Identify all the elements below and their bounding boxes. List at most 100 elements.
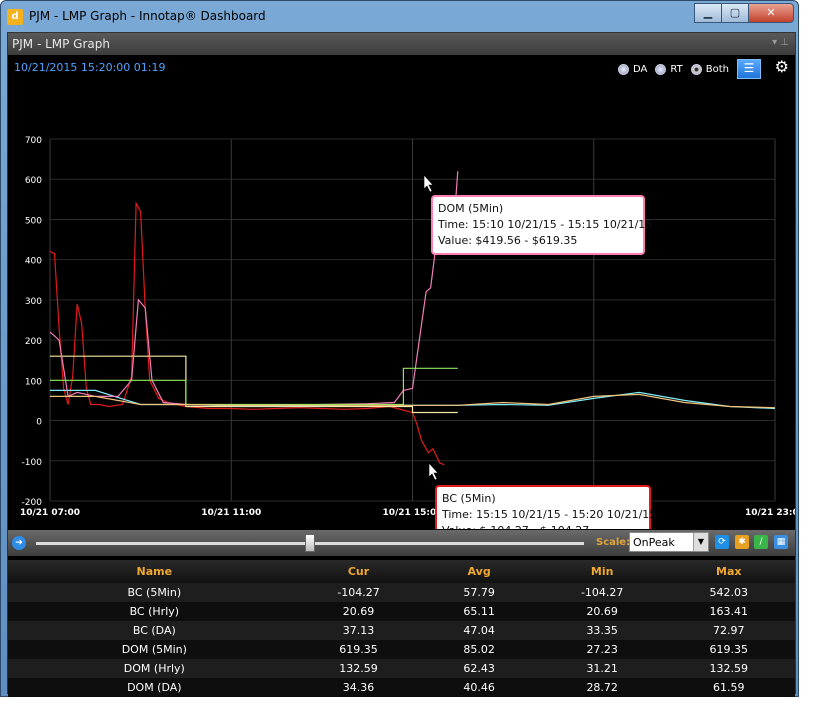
cell: 28.72 [541,678,663,697]
table-row[interactable]: DOM (Hrly) 132.59 62.43 31.21 132.59 [8,659,795,678]
settings-icon[interactable]: ✱ [735,535,749,549]
cell: 20.69 [300,602,417,621]
radio-rt-icon[interactable] [655,63,667,75]
tooltip-line: Time: 15:10 10/21/15 - 15:15 10/21/15 [437,218,652,231]
cell: 61.59 [662,678,795,697]
header-avg[interactable]: Avg [416,560,542,583]
header-name[interactable]: Name [8,560,301,583]
stats-table: Name Cur Avg Min Max BC (5Min) -104.27 57.… [8,560,795,697]
app-window: d PJM - LMP Graph - Innotap® Dashboard ▁… [0,0,799,697]
minimize-button[interactable]: ▁ [694,3,722,23]
cell: 72.97 [662,621,795,640]
cell: 62.43 [416,659,542,678]
cell: 40.46 [416,678,542,697]
scale-select[interactable]: OnPeak ▼ [629,532,709,552]
cell: 34.36 [300,678,417,697]
y-tick-label: 500 [25,216,42,226]
series-line [49,171,459,406]
y-tick-label: 300 [25,297,42,307]
table-row[interactable]: BC (5Min) -104.27 57.79 -104.27 542.03 [8,583,795,602]
lmp-line-chart: 700 600 500 400 300 200 100 0 -100 -20010/21 07:0… [20,136,795,529]
tooltip-line: BC (5Min) [442,492,496,505]
table-header-row: Name Cur Avg Min Max [8,560,795,583]
timeline-thumb[interactable] [305,534,315,552]
cell: 33.35 [541,621,663,640]
tooltip-line: Value: $419.56 - $619.35 [438,234,577,247]
cell: BC (5Min) [8,583,301,602]
close-button[interactable]: ✕ [748,3,794,23]
x-tick-label: 10/21 23:00 [745,508,795,518]
cell: -104.27 [541,583,663,602]
panel-title: PJM - LMP Graph [12,37,110,51]
cell: 619.35 [300,640,417,659]
radio-da-label[interactable]: DA [633,64,647,75]
grid-icon[interactable]: ▦ [774,535,788,549]
cell: 27.23 [541,640,663,659]
y-tick-label: -200 [22,498,43,508]
tooltip-line: Time: 15:15 10/21/15 - 15:20 10/21/15 [441,508,656,521]
tooltip-line: Value: $-104.27 - $-104.27 [442,524,589,529]
cell: DOM (Hrly) [8,659,301,678]
list-view-button[interactable]: ☰ [737,59,761,79]
window-title: PJM - LMP Graph - Innotap® Dashboard [29,9,266,23]
cell: 619.35 [662,640,795,659]
table-row[interactable]: BC (DA) 37.13 47.04 33.35 72.97 [8,621,795,640]
graph-panel: PJM - LMP Graph ▾ ⊥ 10/21/2015 15:20:00 … [7,32,796,697]
cell: -104.27 [300,583,417,602]
y-tick-label: 0 [36,418,42,428]
graph-toolbar: 10/21/2015 15:20:00 01:19 DA RT Both ☰ ⚙ [8,55,795,79]
maximize-button[interactable]: ▢ [721,3,749,23]
cell: 65.11 [416,602,542,621]
cell: 85.02 [416,640,542,659]
x-tick-label: 10/21 15:00 [382,508,442,518]
cell: 37.13 [300,621,417,640]
y-tick-label: 200 [25,337,42,347]
tooltip-line: DOM (5Min) [438,202,503,215]
export-icon[interactable]: ∕ [754,535,768,549]
table-row[interactable]: DOM (5Min) 619.35 85.02 27.23 619.35 [8,640,795,659]
radio-both-label[interactable]: Both [706,64,729,75]
cell: 47.04 [416,621,542,640]
cell: BC (DA) [8,621,301,640]
cursor-arrow-icon [428,462,439,481]
window-controls: ▁ ▢ ✕ [694,3,794,23]
market-radio-group: DA RT Both ☰ [610,59,761,79]
table-row[interactable]: DOM (DA) 34.36 40.46 28.72 61.59 [8,678,795,697]
radio-rt-label[interactable]: RT [670,64,682,75]
header-min[interactable]: Min [541,560,663,583]
pin-icon[interactable]: ▾ ⊥ [772,37,789,48]
cell: 57.79 [416,583,542,602]
play-arrow-icon[interactable]: ➔ [12,536,26,550]
header-cur[interactable]: Cur [300,560,417,583]
title-bar[interactable]: d PJM - LMP Graph - Innotap® Dashboard ▁… [1,1,798,31]
header-max[interactable]: Max [662,560,795,583]
chevron-down-icon[interactable]: ▼ [693,533,708,551]
cell: DOM (DA) [8,678,301,697]
cell: 542.03 [662,583,795,602]
gear-icon[interactable]: ⚙ [775,57,789,76]
radio-both-icon[interactable] [690,63,702,75]
scale-label: Scale: [596,537,631,548]
y-tick-label: 600 [25,176,42,186]
x-tick-label: 10/21 07:00 [20,508,80,518]
cell: DOM (5Min) [8,640,301,659]
y-tick-label: -100 [22,458,43,468]
timeline-bar: ➔ Scale: OnPeak ▼ ⟳ ✱ ∕ ▦ [8,530,795,556]
x-tick-label: 10/21 11:00 [201,508,261,518]
scale-value: OnPeak [633,536,675,549]
y-tick-label: 700 [25,136,42,146]
panel-header: PJM - LMP Graph ▾ ⊥ [8,33,795,55]
dashboard-app-icon: d [7,9,23,25]
cursor-arrow-icon [423,174,434,193]
cell: 31.21 [541,659,663,678]
series-line [49,201,445,466]
cell: 132.59 [300,659,417,678]
cell: 163.41 [662,602,795,621]
refresh-icon[interactable]: ⟳ [715,535,729,549]
y-tick-label: 400 [25,257,42,267]
timestamp-readout: 10/21/2015 15:20:00 01:19 [14,61,166,74]
radio-da-icon[interactable] [618,63,630,75]
cell: 20.69 [541,602,663,621]
table-row[interactable]: BC (Hrly) 20.69 65.11 20.69 163.41 [8,602,795,621]
y-tick-label: 100 [25,377,42,387]
